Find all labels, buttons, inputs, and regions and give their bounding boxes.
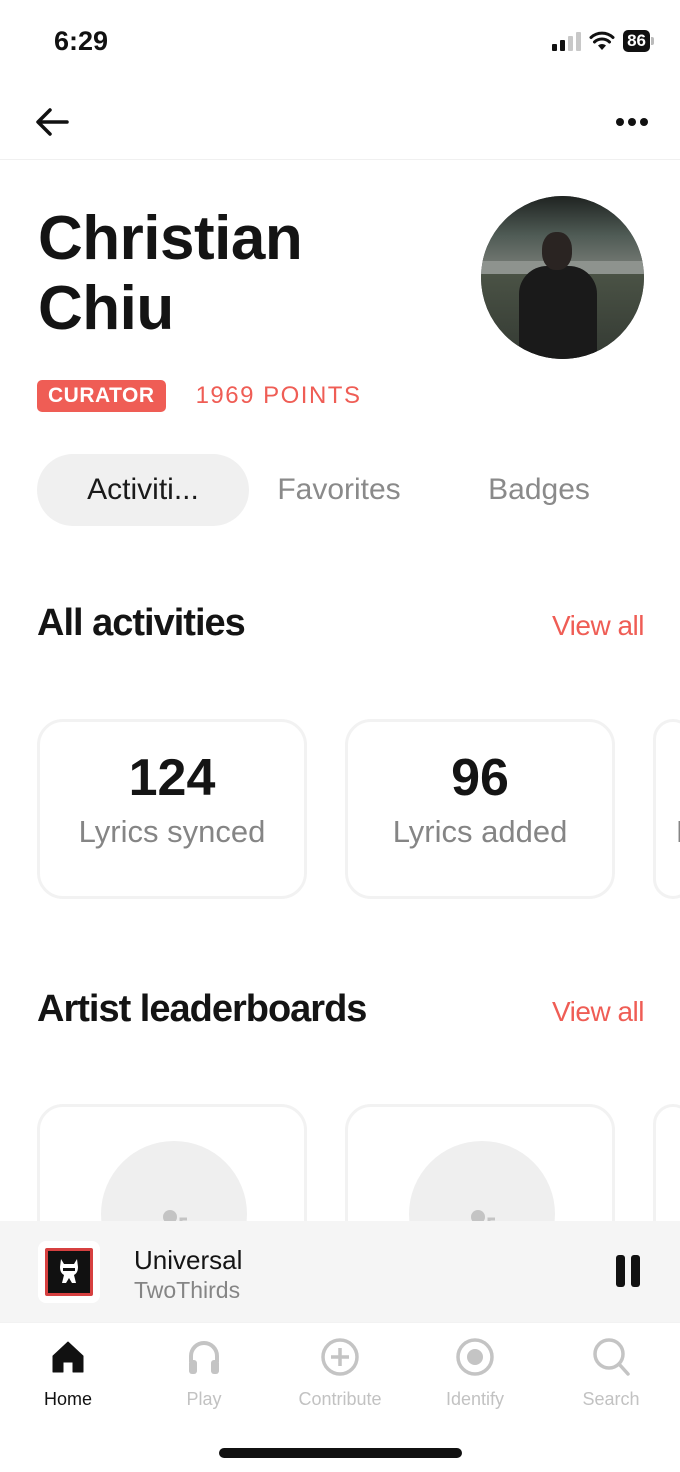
status-icons: 86 bbox=[552, 30, 654, 52]
home-icon bbox=[46, 1335, 90, 1379]
home-indicator[interactable] bbox=[219, 1448, 462, 1458]
tab-badges[interactable]: Badges bbox=[429, 454, 649, 526]
pause-icon bbox=[616, 1255, 625, 1287]
stat-value: 96 bbox=[451, 749, 509, 807]
track-title: Universal bbox=[134, 1245, 243, 1275]
plus-circle-icon bbox=[318, 1335, 362, 1379]
activities-header: All activities View all bbox=[37, 602, 644, 645]
status-bar: 6:29 86 bbox=[0, 0, 680, 86]
nav-label: Search bbox=[582, 1389, 640, 1409]
more-dot-icon bbox=[628, 118, 636, 126]
more-dot-icon bbox=[640, 118, 648, 126]
stat-card-lyrics-added[interactable]: 96 Lyrics added bbox=[345, 719, 615, 899]
identify-icon bbox=[453, 1335, 497, 1379]
nav-label: Play bbox=[186, 1389, 222, 1409]
back-button[interactable] bbox=[30, 102, 74, 142]
nav-search[interactable]: Search bbox=[546, 1335, 676, 1410]
stat-card-lyrics-synced[interactable]: 124 Lyrics synced bbox=[37, 719, 307, 899]
stat-value: 124 bbox=[128, 749, 216, 807]
leaderboards-header: Artist leaderboards View all bbox=[37, 988, 644, 1031]
track-artist: TwoThirds bbox=[134, 1277, 241, 1303]
nav-label: Identify bbox=[445, 1389, 505, 1409]
cellular-signal-icon bbox=[552, 31, 582, 51]
leaderboards-view-all-link[interactable]: View all bbox=[552, 996, 644, 1028]
pause-icon bbox=[631, 1255, 640, 1287]
stat-label: L bbox=[676, 814, 680, 850]
tab-favorites[interactable]: Favorites bbox=[249, 454, 429, 526]
pause-button[interactable] bbox=[616, 1255, 642, 1287]
nav-contribute[interactable]: Contribute bbox=[275, 1335, 405, 1410]
nav-label: Contribute bbox=[298, 1389, 382, 1409]
avatar[interactable] bbox=[481, 196, 644, 359]
activity-stats: 124 Lyrics synced 96 Lyrics added L bbox=[37, 719, 680, 899]
nav-bar bbox=[0, 86, 680, 160]
stat-label: Lyrics added bbox=[392, 814, 568, 849]
role-badge: CURATOR bbox=[37, 380, 166, 412]
album-art bbox=[38, 1241, 100, 1303]
battery-level: 86 bbox=[623, 30, 650, 52]
badge-row: CURATOR 1969 POINTS bbox=[37, 380, 361, 412]
profile-tabs: Activiti... Favorites Badges bbox=[37, 454, 649, 526]
activities-view-all-link[interactable]: View all bbox=[552, 610, 644, 642]
nav-label: Home bbox=[43, 1389, 92, 1409]
nav-home[interactable]: Home bbox=[3, 1335, 133, 1410]
status-time: 6:29 bbox=[54, 26, 109, 56]
bottom-tab-bar: Home Play Contribute Identify Search bbox=[0, 1322, 680, 1422]
nav-identify[interactable]: Identify bbox=[410, 1335, 540, 1410]
monstercat-logo-icon bbox=[45, 1248, 93, 1296]
leaderboards-title: Artist leaderboards bbox=[37, 988, 367, 1030]
stat-card-partial[interactable]: L bbox=[653, 719, 680, 899]
activities-title: All activities bbox=[37, 602, 246, 644]
mini-player[interactable]: Universal TwoThirds bbox=[0, 1221, 680, 1322]
more-dot-icon bbox=[616, 118, 624, 126]
profile-name: Christian Chiu bbox=[38, 204, 303, 343]
more-options-button[interactable] bbox=[610, 102, 654, 142]
nav-play[interactable]: Play bbox=[139, 1335, 269, 1410]
tab-activities[interactable]: Activiti... bbox=[37, 454, 249, 526]
back-arrow-icon bbox=[36, 108, 69, 136]
search-icon bbox=[589, 1335, 633, 1379]
battery-icon: 86 bbox=[623, 30, 654, 52]
stat-label: Lyrics synced bbox=[78, 814, 266, 849]
wifi-icon bbox=[589, 31, 615, 50]
headphones-icon bbox=[182, 1335, 226, 1379]
stat-value bbox=[676, 748, 680, 808]
points-count: 1969 POINTS bbox=[195, 382, 362, 409]
